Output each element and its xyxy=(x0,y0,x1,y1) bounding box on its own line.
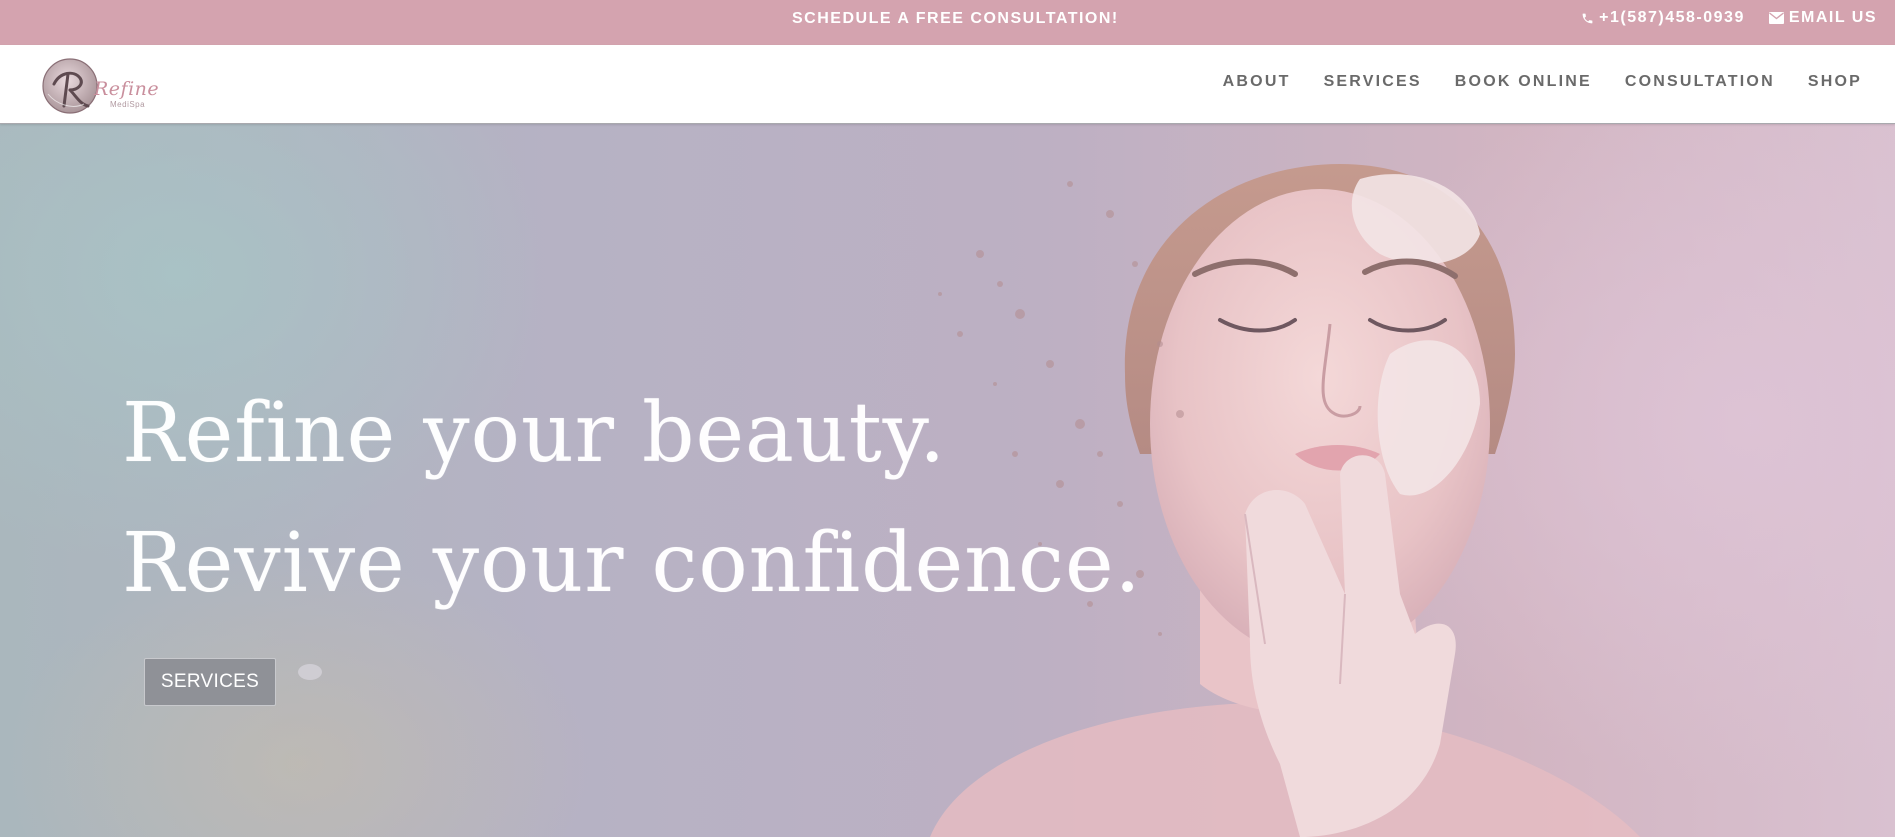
nav-services[interactable]: SERVICES xyxy=(1324,42,1422,127)
phone-icon xyxy=(1581,12,1594,25)
services-button[interactable]: SERVICES xyxy=(144,658,276,706)
nav-about[interactable]: ABOUT xyxy=(1223,42,1291,127)
logo[interactable]: Refine MediSpa xyxy=(40,54,165,118)
main-navigation: ABOUT SERVICES BOOK ONLINE CONSULTATION … xyxy=(1223,45,1862,124)
logo-wordmark: Refine xyxy=(94,78,160,100)
email-link[interactable]: EMAIL US xyxy=(1768,9,1877,27)
nav-shop[interactable]: SHOP xyxy=(1808,42,1862,127)
schedule-consultation-link[interactable]: SCHEDULE A FREE CONSULTATION! xyxy=(792,0,1119,45)
site-header: Refine MediSpa ABOUT SERVICES BOOK ONLIN… xyxy=(0,45,1895,124)
contact-info: +1(587)458-0939 EMAIL US xyxy=(1581,0,1877,45)
hero-section: Refine your beauty. Revive your confiden… xyxy=(0,124,1895,837)
logo-subtitle: MediSpa xyxy=(110,100,146,109)
envelope-icon xyxy=(1768,12,1784,24)
top-bar: SCHEDULE A FREE CONSULTATION! +1(587)458… xyxy=(0,0,1895,45)
hero-headline-line2: Revive your confidence. xyxy=(122,516,1142,611)
email-label: EMAIL US xyxy=(1788,9,1877,26)
hero-headline-line1: Refine your beauty. xyxy=(122,386,947,481)
phone-link[interactable]: +1(587)458-0939 xyxy=(1581,9,1745,27)
phone-number: +1(587)458-0939 xyxy=(1599,9,1745,26)
nav-consultation[interactable]: CONSULTATION xyxy=(1625,42,1775,127)
nav-book-online[interactable]: BOOK ONLINE xyxy=(1455,42,1592,127)
